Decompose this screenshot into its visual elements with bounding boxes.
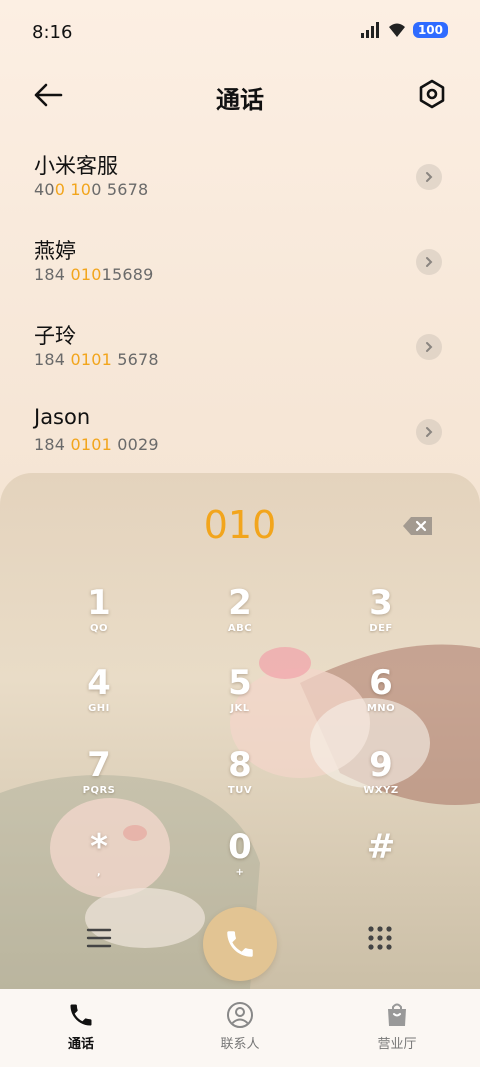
contact-row[interactable]: 子玲 184 0101 5678	[0, 310, 480, 395]
contact-list: 小米客服 400 100 5678 燕婷 184 01015689 子玲 184…	[0, 140, 480, 480]
phone-icon	[70, 1004, 92, 1026]
contact-number: 400 100 5678	[34, 180, 149, 199]
key-4[interactable]: 4 GHI	[44, 663, 154, 731]
shopping-bag-icon	[388, 1003, 406, 1026]
battery-indicator: 100	[412, 22, 448, 38]
contact-icon	[227, 1002, 253, 1028]
menu-icon[interactable]	[84, 923, 114, 953]
nav-label: 通话	[67, 1037, 94, 1052]
signal-icon	[360, 22, 379, 38]
dialer-panel: 010 1 QO 2 ABC 3 DEF 4 GHI 5 JKL 6 MNO 7 PQRS 8…	[0, 473, 480, 989]
key-7[interactable]: 7 PQRS	[44, 745, 154, 813]
bottom-nav: 通话 联系人 营业厅	[0, 989, 480, 1067]
wifi-icon	[388, 23, 405, 37]
contact-row[interactable]: Jason 184 0101 0029	[0, 395, 480, 480]
contact-number: 184 01015689	[34, 265, 154, 284]
chevron-right-icon[interactable]	[416, 249, 442, 275]
nav-tab-store[interactable]: 营业厅	[352, 1001, 442, 1052]
status-bar: 8:16 100	[0, 0, 480, 66]
chevron-right-icon[interactable]	[416, 164, 442, 190]
page-title: 通话	[216, 86, 264, 114]
contact-number: 184 0101 5678	[34, 350, 159, 369]
key-5[interactable]: 5 JKL	[185, 663, 295, 731]
contact-name: 燕婷	[34, 239, 76, 263]
nav-label: 营业厅	[377, 1037, 417, 1052]
key-8[interactable]: 8 TUV	[185, 745, 295, 813]
nav-tab-calls[interactable]: 通话	[36, 1001, 126, 1052]
key-6[interactable]: 6 MNO	[326, 663, 436, 731]
chevron-right-icon[interactable]	[416, 419, 442, 445]
phone-call-icon	[227, 931, 253, 957]
contact-name: Jason	[34, 405, 91, 429]
nav-tab-contacts[interactable]: 联系人	[195, 1001, 285, 1052]
nav-label: 联系人	[220, 1037, 260, 1052]
backspace-icon[interactable]	[402, 515, 434, 537]
contact-name: 小米客服	[34, 154, 118, 178]
key-hash[interactable]: #	[326, 827, 436, 895]
key-0[interactable]: 0 +	[185, 827, 295, 895]
contact-row[interactable]: 燕婷 184 01015689	[0, 225, 480, 310]
key-1[interactable]: 1 QO	[44, 583, 154, 651]
key-3[interactable]: 3 DEF	[326, 583, 436, 651]
hexagon-settings-icon[interactable]	[416, 78, 448, 110]
key-star[interactable]: *,	[44, 827, 154, 895]
status-time: 8:16	[32, 22, 73, 43]
header: 通话	[0, 70, 480, 120]
contact-number: 184 0101 0029	[34, 435, 159, 454]
key-9[interactable]: 9 WXYZ	[326, 745, 436, 813]
key-2[interactable]: 2 ABC	[185, 583, 295, 651]
chevron-right-icon[interactable]	[416, 334, 442, 360]
contact-name: 子玲	[34, 324, 76, 348]
status-icons: 100	[360, 22, 448, 38]
keypad-icon[interactable]	[366, 924, 394, 952]
call-button[interactable]	[203, 907, 277, 981]
contact-row[interactable]: 小米客服 400 100 5678	[0, 140, 480, 225]
